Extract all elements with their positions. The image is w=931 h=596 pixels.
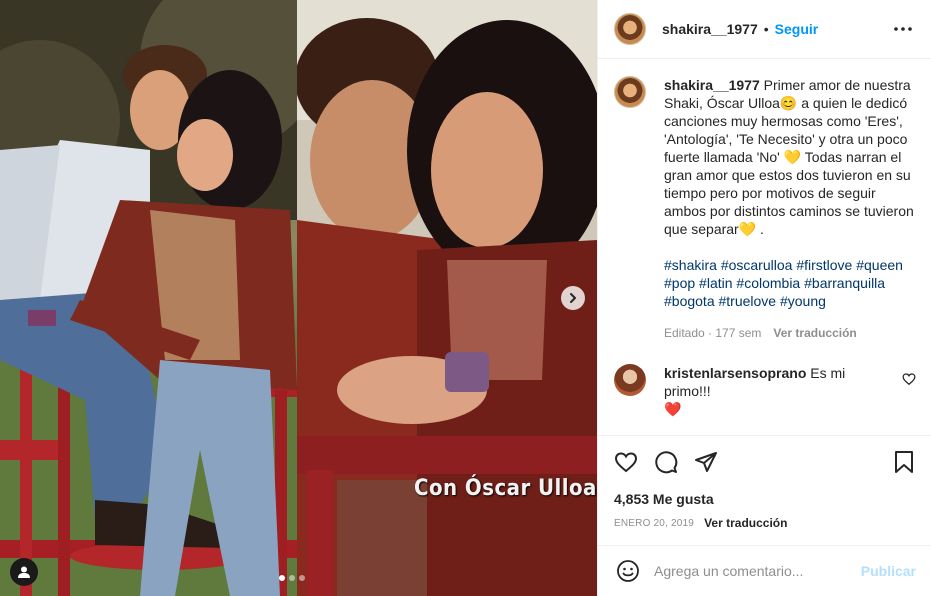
post-date: ENERO 20, 2019 (614, 517, 695, 529)
comments-section[interactable]: shakira__1977 Primer amor de nuestra Sha… (598, 60, 931, 436)
hashtag-link[interactable]: #colombia (736, 275, 800, 291)
user-icon (18, 566, 30, 578)
carousel-indicator (279, 575, 305, 581)
share-button[interactable] (686, 442, 726, 482)
photo-overlay-caption: Con Óscar Ulloa (414, 476, 597, 501)
comment-emoji: ❤️ (664, 401, 682, 417)
carousel-dot (299, 575, 305, 581)
hashtag-link[interactable]: #shakira (664, 257, 717, 273)
header-username[interactable]: shakira__1977 (662, 21, 758, 37)
add-comment-bar: Publicar (598, 545, 931, 596)
hashtag-link[interactable]: #queen (856, 257, 903, 273)
comment-username[interactable]: kristenlarsensoprano (664, 365, 806, 381)
comment-bubble-icon (655, 451, 678, 474)
hashtag-link[interactable]: #barranquilla (804, 275, 885, 291)
caption-meta: Editado · 177 sem Ver traducción (664, 326, 914, 340)
smiley-icon (617, 560, 639, 582)
chevron-right-icon (570, 293, 576, 303)
caption-body: Primer amor de nuestra Shaki, Óscar Ullo… (664, 77, 914, 237)
hashtag-link[interactable]: #oscarulloa (721, 257, 793, 273)
post-date-row: ENERO 20, 2019 Ver traducción (614, 516, 787, 530)
save-button[interactable] (884, 442, 924, 482)
translate-link[interactable]: Ver traducción (773, 326, 856, 340)
carousel-dot-active (279, 575, 285, 581)
post-detail-panel: shakira__1977 • Seguir shakira__1977 Pri… (597, 0, 931, 596)
comment-row: kristenlarsensoprano Es mi primo!!! ❤️ (614, 364, 916, 418)
comment-input[interactable] (654, 563, 861, 579)
caption-text: shakira__1977 Primer amor de nuestra Sha… (664, 76, 914, 238)
like-count[interactable]: 4,853 Me gusta (614, 491, 714, 507)
hashtag-link[interactable]: #pop (664, 275, 695, 291)
more-options-button[interactable] (891, 17, 915, 41)
hashtag-link[interactable]: #truelove (719, 293, 777, 309)
photo-right-panel (297, 0, 597, 596)
bookmark-icon (895, 451, 913, 473)
hashtag-link[interactable]: #bogota (664, 293, 715, 309)
like-button[interactable] (606, 442, 646, 482)
hashtag-list: #shakira #oscarulloa #firstlove #queen #… (664, 256, 914, 310)
publish-comment-button[interactable]: Publicar (861, 563, 916, 579)
hashtag-link[interactable]: #latin (699, 275, 732, 291)
paper-plane-icon (695, 452, 717, 472)
edited-label: Editado · 177 sem (664, 326, 762, 340)
hashtag-link[interactable]: #young (780, 293, 826, 309)
caption-row: shakira__1977 Primer amor de nuestra Sha… (614, 76, 916, 340)
follow-button[interactable]: Seguir (775, 21, 819, 37)
post-header: shakira__1977 • Seguir (598, 0, 931, 59)
post-actions-bar (598, 437, 931, 487)
date-translate-link[interactable]: Ver traducción (704, 516, 787, 530)
header-separator: • (763, 21, 769, 37)
caption-username[interactable]: shakira__1977 (664, 77, 760, 93)
comment-text: kristenlarsensoprano Es mi primo!!! ❤️ (664, 364, 894, 418)
carousel-dot (289, 575, 295, 581)
couple-closeup-illustration (297, 0, 597, 596)
post-media-carousel[interactable]: Con Óscar Ulloa (0, 0, 597, 596)
avatar[interactable] (614, 13, 646, 45)
hashtag-link[interactable]: #firstlove (796, 257, 852, 273)
emoji-picker-button[interactable] (614, 557, 642, 585)
couple-photo-illustration (0, 0, 297, 596)
like-comment-heart-icon[interactable] (902, 372, 916, 386)
tagged-users-button[interactable] (10, 558, 38, 586)
avatar[interactable] (614, 364, 646, 396)
heart-icon (614, 452, 638, 473)
more-horizontal-icon (894, 27, 912, 31)
photo-left-panel (0, 0, 297, 596)
comment-button[interactable] (646, 442, 686, 482)
avatar[interactable] (614, 76, 646, 108)
carousel-next-button[interactable] (561, 286, 585, 310)
